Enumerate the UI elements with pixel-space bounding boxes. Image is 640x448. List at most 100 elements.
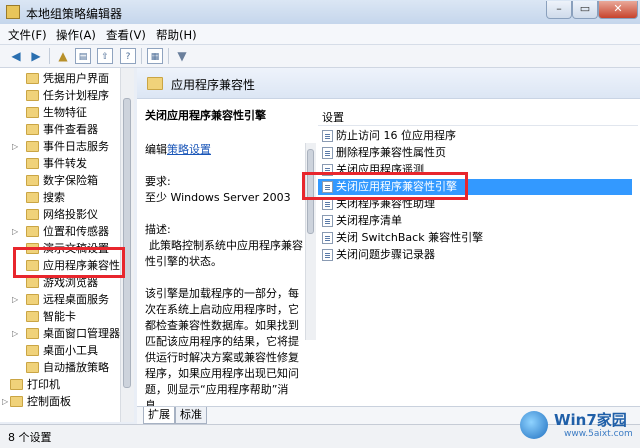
toolbar: ◀ ▶ ▲ ▤ ⇧ ? ▦ ▼ (0, 45, 640, 68)
folder-icon (147, 77, 163, 90)
menu-action[interactable]: 操作(A) (56, 27, 96, 43)
tree-item-label: 自动播放策略 (43, 361, 109, 374)
menu-help[interactable]: 帮助(H) (156, 27, 197, 43)
tree-item-label: 桌面窗口管理器 (43, 327, 120, 340)
tree-item-label: 网络投影仪 (43, 208, 98, 221)
toolbar-separator (168, 48, 169, 64)
tree-scrollbar-thumb[interactable] (123, 98, 131, 388)
tree-item-label: 生物特征 (43, 106, 87, 119)
folder-icon (26, 294, 39, 305)
setting-row-label: 关闭程序清单 (336, 214, 402, 227)
expand-arrow-icon[interactable]: ▷ (12, 224, 22, 240)
group-policy-editor-window: 本地组策略编辑器 – ▭ ✕ 文件(F) 操作(A) 查看(V) 帮助(H) ◀… (0, 0, 640, 448)
policy-setting-icon (322, 130, 333, 142)
tree-item-label: 打印机 (27, 378, 60, 391)
folder-icon (26, 90, 39, 101)
folder-icon (26, 209, 39, 220)
edit-policy-link[interactable]: 策略设置 (167, 143, 211, 156)
folder-icon (26, 362, 39, 373)
export-list-icon[interactable]: ⇧ (97, 48, 113, 64)
window-title: 本地组策略编辑器 (26, 7, 123, 21)
folder-icon (26, 345, 39, 356)
edit-prefix: 编辑 (145, 143, 167, 156)
tree-item-label: 远程桌面服务 (43, 293, 109, 306)
watermark-logo-icon (520, 411, 548, 439)
folder-icon (10, 379, 23, 390)
setting-row-label: 删除程序兼容性属性页 (336, 146, 446, 159)
watermark: Win7家园 www.5aixt.com (520, 405, 640, 445)
details-header: 应用程序兼容性 (137, 68, 640, 99)
policy-setting-icon (322, 232, 333, 244)
folder-icon (26, 226, 39, 237)
description-body: 该引擎是加载程序的一部分，每次在系统上启动应用程序时，它都检查兼容性数据库。如果… (145, 287, 299, 412)
folder-icon (10, 396, 23, 407)
up-folder-icon[interactable]: ▲ (55, 48, 71, 64)
tree-highlight-box (13, 247, 125, 278)
tree-item-label: 控制面板 (27, 395, 71, 408)
expand-arrow-icon[interactable]: ▷ (12, 139, 22, 155)
app-icon (6, 5, 20, 19)
tab-extended[interactable]: 扩展 (143, 407, 175, 424)
folder-icon (26, 192, 39, 203)
folder-icon (26, 158, 39, 169)
settings-list-header[interactable]: 设置 (318, 107, 638, 126)
title-bar[interactable]: 本地组策略编辑器 – ▭ ✕ (0, 0, 640, 24)
edit-policy-line: 编辑策略设置 (145, 142, 305, 158)
requirements-value: 至少 Windows Server 2003 (145, 191, 291, 204)
tree-item-label: 事件查看器 (43, 123, 98, 136)
folder-icon (26, 124, 39, 135)
tree-item-label: 数字保险箱 (43, 174, 98, 187)
list-highlight-box (302, 172, 468, 200)
maximize-button[interactable]: ▭ (572, 1, 598, 19)
description-title: 关闭应用程序兼容性引擎 (145, 109, 266, 122)
tree-item-label: 智能卡 (43, 310, 76, 323)
tree-item-label: 任务计划程序 (43, 89, 109, 102)
column-header-setting: 设置 (322, 111, 344, 124)
tree-item-label: 搜索 (43, 191, 65, 204)
folder-icon (26, 141, 39, 152)
forward-arrow-icon[interactable]: ▶ (28, 48, 44, 64)
expand-arrow-icon[interactable]: ▷ (12, 292, 22, 308)
help-icon[interactable]: ? (120, 48, 136, 64)
folder-icon (26, 175, 39, 186)
policy-setting-icon (322, 147, 333, 159)
toolbar-separator (49, 48, 50, 64)
tab-standard[interactable]: 标准 (175, 407, 207, 424)
folder-icon (26, 311, 39, 322)
tree-item-label: 桌面小工具 (43, 344, 98, 357)
description-text: 此策略控制系统中应用程序兼容性引擎的状态。 (145, 239, 303, 268)
setting-row-label: 关闭问题步骤记录器 (336, 248, 435, 261)
folder-icon (26, 107, 39, 118)
minimize-button[interactable]: – (546, 1, 572, 19)
menu-bar: 文件(F) 操作(A) 查看(V) 帮助(H) (0, 24, 640, 45)
expand-arrow-icon[interactable]: ▷ (12, 326, 22, 342)
tree-scrollbar[interactable] (120, 68, 134, 422)
back-arrow-icon[interactable]: ◀ (8, 48, 24, 64)
policy-setting-icon (322, 249, 333, 261)
tree-item-label: 凭据用户界面 (43, 72, 109, 85)
setting-description: 关闭应用程序兼容性引擎 编辑策略设置 要求: 至少 Windows Server… (145, 108, 305, 414)
setting-row-label: 防止访问 16 位应用程序 (336, 129, 456, 142)
folder-icon (26, 73, 39, 84)
details-header-title: 应用程序兼容性 (171, 78, 256, 92)
view-icon[interactable]: ▦ (147, 48, 163, 64)
close-button[interactable]: ✕ (598, 1, 638, 19)
description-label: 描述: (145, 223, 171, 236)
watermark-brand: Win7家园 (554, 411, 627, 429)
tree-item-label: 位置和传感器 (43, 225, 109, 238)
setting-row-label: 关闭 SwitchBack 兼容性引擎 (336, 231, 484, 244)
tree-item-label: 事件转发 (43, 157, 87, 170)
folder-icon (26, 277, 39, 288)
status-count: 8 个设置 (8, 431, 52, 444)
tree-item-label: 事件日志服务 (43, 140, 109, 153)
folder-icon (26, 328, 39, 339)
filter-icon[interactable]: ▼ (174, 48, 190, 64)
requirements-label: 要求: (145, 175, 171, 188)
navigation-tree: 凭据用户界面 任务计划程序 生物特征事件查看器 ▷ 事件日志服务 事件转发数字保险箱搜索网… (0, 68, 134, 422)
menu-view[interactable]: 查看(V) (106, 27, 146, 43)
policy-setting-icon (322, 215, 333, 227)
menu-file[interactable]: 文件(F) (8, 27, 47, 43)
toolbar-separator (141, 48, 142, 64)
watermark-url: www.5aixt.com (564, 429, 633, 439)
show-hide-tree-icon[interactable]: ▤ (75, 48, 91, 64)
